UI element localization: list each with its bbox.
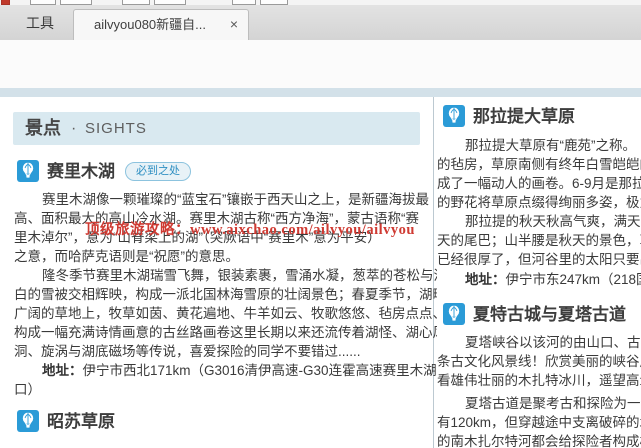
- balloon-icon: [443, 105, 465, 127]
- text-line: 白的雪被交相辉映，构成一派北国林海雪原的壮阔景色；春夏季节，湖畔: [14, 285, 414, 304]
- article-title: 那拉提大草原: [473, 105, 575, 129]
- text-line: 条古文化风景线！欣赏美丽的峡谷风: [437, 352, 641, 371]
- text-line: 夏塔峡谷以该河的由山口、古道: [437, 333, 641, 352]
- text-line: 夏塔古道是聚考古和探险为一体: [437, 394, 641, 413]
- article-heading: 那拉提大草原: [443, 105, 641, 129]
- text-line: 的毡房，草原南侧有终年白雪皑皑的: [437, 155, 641, 174]
- paragraph: 隆冬季节赛里木湖瑞雪飞舞，银装素裹，雪涌水凝，葱萃的苍松与洁白的雪被交相辉映，构…: [14, 266, 414, 361]
- clipped-icon: [154, 0, 186, 5]
- pdf-reader-window: 工具 ailvyou080新疆自... ×: [0, 0, 641, 448]
- text-line: 那拉提大草原有“鹿苑”之称。: [437, 136, 641, 155]
- pdf-page-right: 那拉提大草原 那拉提大草原有“鹿苑”之称。的毡房，草原南侧有终年白雪皑皑的成了一…: [437, 97, 641, 448]
- article-title: 赛里木湖: [47, 160, 115, 184]
- paragraph: 夏塔古道是聚考古和探险为一体有120km，但穿越途中支离破碎的木的南木扎尔特河都…: [437, 394, 641, 448]
- text-line: 构成一幅充满诗情画意的古丝路画卷这里长期以来还流传着湖怪、湖心风: [14, 323, 414, 342]
- clipped-icon: [260, 0, 288, 5]
- must-visit-badge: 必到之处: [125, 162, 191, 181]
- address-text: 伊宁市西北171km（G3016清伊高速-G30连霍高速赛里木湖出: [83, 363, 451, 378]
- clipped-icon: [1, 0, 10, 5]
- clipped-icon: [60, 0, 92, 5]
- tab-bar: 工具 ailvyou080新疆自... ×: [0, 6, 641, 40]
- paragraph: 那拉提的秋天秋高气爽，满天繁天的尾巴；山半腰是秋天的景色，草已经很厚了，但河谷里…: [437, 212, 641, 269]
- text-line: 有120km，但穿越途中支离破碎的木: [437, 413, 641, 432]
- clipped-icon: [30, 0, 56, 5]
- text-line: 那拉提的秋天秋高气爽，满天繁: [437, 212, 641, 231]
- address-line: 地址：伊宁市东247km（218国: [437, 270, 641, 289]
- balloon-icon: [443, 303, 465, 325]
- address-block: 地址：伊宁市东247km（218国: [437, 270, 641, 289]
- text-line: 赛里木湖像一颗璀璨的“蓝宝石”镶嵌于西天山之上，是新疆海拔最: [14, 190, 414, 209]
- section-title-dot: ·: [71, 112, 76, 145]
- article-title: 夏特古城与夏塔古道: [473, 303, 626, 327]
- article-title: 昭苏草原: [47, 410, 115, 434]
- text-line: 之意，而哈萨克语则是“祝愿”的意思。: [14, 247, 414, 266]
- clipped-icon: [122, 0, 150, 5]
- address-block: 地址：伊宁市西北171km（G3016清伊高速-G30连霍高速赛里木湖出 口）: [14, 361, 414, 399]
- text-line: 洞、旋涡与湖底磁场等传说，喜爱探险的同学不要错过......: [14, 342, 414, 361]
- document-viewer[interactable]: 景点 · SIGHTS 赛里木湖 必到之处 赛里木湖像一颗璀璨的“蓝: [0, 88, 641, 448]
- text-line: 广阔的草地上，牧草如茵、黄花遍地、牛羊如云、牧歌悠悠、毡房点点、: [14, 304, 414, 323]
- main-toolbar: /19: [0, 40, 641, 88]
- balloon-icon: [17, 410, 39, 432]
- section-title-cn: 景点: [25, 112, 61, 145]
- paragraph: 那拉提大草原有“鹿苑”之称。的毡房，草原南侧有终年白雪皑皑的成了一幅动人的画卷。…: [437, 136, 641, 212]
- text-line: 的南木扎尔特河都会给探险者构成极: [437, 432, 641, 448]
- tab-tools[interactable]: 工具: [8, 6, 72, 40]
- text-line: 已经很厚了，但河谷里的太阳只要出: [437, 250, 641, 269]
- paragraph: 夏塔峡谷以该河的由山口、古道条古文化风景线！欣赏美丽的峡谷风看雄伟壮丽的木扎特冰…: [437, 333, 641, 390]
- text-line: 看雄伟壮丽的木扎特冰川，遥望高耸: [437, 371, 641, 390]
- address-line: 地址：伊宁市西北171km（G3016清伊高速-G30连霍高速赛里木湖出: [14, 361, 414, 380]
- section-title-en: SIGHTS: [85, 112, 147, 145]
- text-line: 成了一幅动人的画卷。6-9月是那拉: [437, 174, 641, 193]
- balloon-icon: [17, 160, 39, 182]
- article-heading: 昭苏草原: [17, 410, 417, 434]
- text-line: 隆冬季节赛里木湖瑞雪飞舞，银装素裹，雪涌水凝，葱萃的苍松与洁: [14, 266, 414, 285]
- address-text: 伊宁市东247km（218国: [506, 272, 641, 287]
- text-line: 天的尾巴；山半腰是秋天的景色，草: [437, 231, 641, 250]
- address-label: 地址：: [42, 363, 83, 378]
- tab-document-active[interactable]: ailvyou080新疆自... ×: [73, 9, 249, 40]
- pdf-page-left: 景点 · SIGHTS 赛里木湖 必到之处 赛里木湖像一颗璀璨的“蓝: [0, 97, 433, 448]
- viewer-background: [0, 88, 641, 97]
- close-icon[interactable]: ×: [230, 10, 238, 39]
- clipped-icon: [232, 0, 256, 5]
- section-header: 景点 · SIGHTS: [13, 112, 420, 145]
- address-line: 口）: [14, 380, 414, 399]
- watermark-text: 顶级旅游攻略：www.aixchao.com/ailvyou/ailvyou: [85, 222, 415, 238]
- tab-document-label: ailvyou080新疆自...: [94, 10, 206, 39]
- article-heading: 赛里木湖 必到之处: [17, 160, 417, 184]
- address-label: 地址：: [465, 272, 506, 287]
- article-heading: 夏特古城与夏塔古道: [443, 303, 641, 327]
- text-line: 的野花将草原点缀得绚丽多姿，极为: [437, 193, 641, 212]
